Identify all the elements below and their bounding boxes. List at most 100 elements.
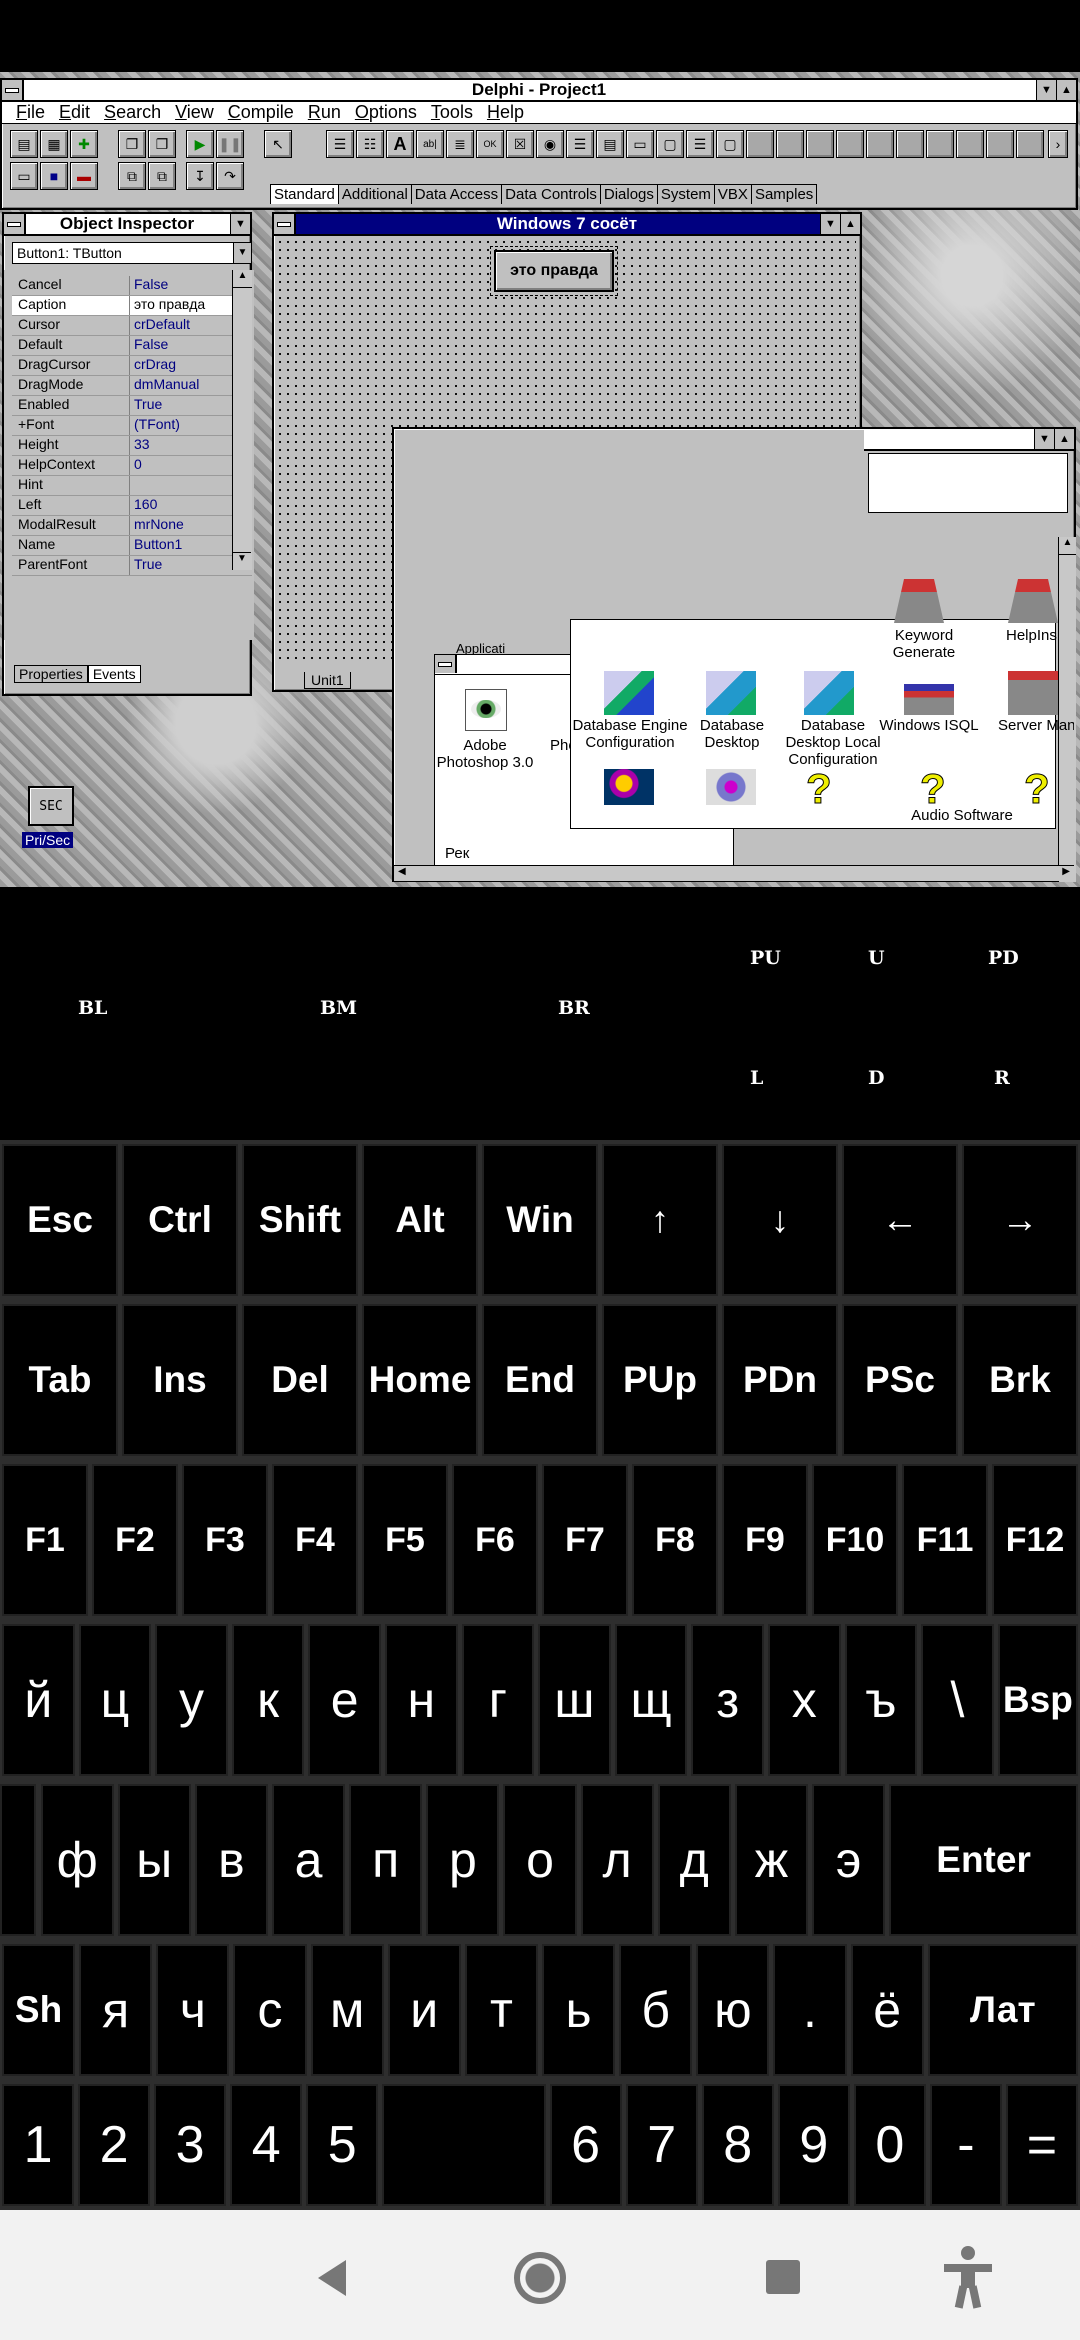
- windows-isql-icon[interactable]: [904, 671, 954, 715]
- key-у[interactable]: у: [155, 1624, 228, 1776]
- system-menu-icon[interactable]: [4, 214, 26, 234]
- home-icon[interactable]: [514, 2252, 566, 2304]
- accessibility-icon[interactable]: [944, 2246, 992, 2309]
- unknown-program-icon[interactable]: ?: [806, 765, 833, 813]
- database-desktop-icon[interactable]: [706, 671, 756, 715]
- minimize-icon[interactable]: ▼: [1034, 429, 1054, 449]
- memo-icon[interactable]: ≣: [446, 130, 474, 158]
- key-я[interactable]: я: [79, 1944, 153, 2076]
- key-ф[interactable]: ф: [40, 1784, 114, 1936]
- key-л[interactable]: л: [580, 1784, 654, 1936]
- key-f2[interactable]: F2: [92, 1464, 178, 1616]
- scroll-up-icon[interactable]: ▲: [233, 270, 252, 288]
- key-й[interactable]: й: [2, 1624, 75, 1776]
- sec-icon[interactable]: SEC: [28, 786, 74, 826]
- unknown-program-icon[interactable]: ?: [1024, 765, 1051, 813]
- key-а[interactable]: а: [272, 1784, 346, 1936]
- tab-properties[interactable]: Properties: [14, 665, 88, 683]
- key-ъ[interactable]: ъ: [844, 1624, 918, 1776]
- select-form-icon[interactable]: ❐: [148, 130, 176, 158]
- key-home[interactable]: Home: [362, 1304, 478, 1456]
- property-row[interactable]: Left 160: [12, 496, 252, 516]
- scroll-right-icon[interactable]: ▶: [1062, 866, 1070, 877]
- key-f4[interactable]: F4: [272, 1464, 358, 1616]
- property-row[interactable]: DragCursor crDrag: [12, 356, 252, 376]
- key-н[interactable]: н: [384, 1624, 458, 1776]
- maximize-icon[interactable]: ▲: [1054, 429, 1074, 449]
- menu-search[interactable]: Search: [104, 102, 161, 123]
- property-row[interactable]: Enabled True: [12, 396, 252, 416]
- open-folder-icon[interactable]: ▭: [10, 162, 38, 190]
- key-bsp[interactable]: Bsp: [997, 1624, 1078, 1776]
- key-end[interactable]: End: [482, 1304, 598, 1456]
- maximize-icon[interactable]: ▲: [1056, 80, 1076, 100]
- label-icon[interactable]: A: [386, 130, 414, 158]
- menu-compile[interactable]: Compile: [228, 102, 294, 123]
- property-row[interactable]: Name Button1: [12, 536, 252, 556]
- menu-options[interactable]: Options: [355, 102, 417, 123]
- menu-edit[interactable]: Edit: [59, 102, 90, 123]
- program-group-titlebar[interactable]: ▼ ▲: [864, 429, 1074, 451]
- key-0[interactable]: 0: [853, 2084, 926, 2206]
- down-arrow-key[interactable]: ↓: [722, 1144, 838, 1296]
- keyword-generate-icon[interactable]: [894, 579, 944, 623]
- right-arrow-key[interactable]: →: [962, 1144, 1078, 1296]
- up-arrow-key[interactable]: ↑: [602, 1144, 718, 1296]
- key-f7[interactable]: F7: [542, 1464, 628, 1616]
- property-scrollbar[interactable]: ▲ ▼: [232, 270, 252, 570]
- key-з[interactable]: з: [691, 1624, 764, 1776]
- scroll-down-icon[interactable]: ▼: [233, 552, 251, 570]
- radiobutton-icon[interactable]: ◉: [536, 130, 564, 158]
- equals-key[interactable]: =: [1005, 2084, 1078, 2206]
- tab-system[interactable]: System: [656, 184, 715, 204]
- key-9[interactable]: 9: [777, 2084, 850, 2206]
- key-tab[interactable]: Tab: [2, 1304, 118, 1456]
- system-menu-icon[interactable]: [435, 655, 457, 673]
- minimize-icon[interactable]: ▼: [820, 214, 840, 234]
- key-и[interactable]: и: [387, 1944, 461, 2076]
- database-desktop-local-config-icon[interactable]: [804, 671, 854, 715]
- helpins-icon[interactable]: [1008, 579, 1058, 623]
- tab-events[interactable]: Events: [87, 665, 141, 683]
- minimize-icon[interactable]: ▼: [230, 214, 250, 234]
- delphi-titlebar[interactable]: Delphi - Project1 ▼ ▲: [2, 80, 1076, 102]
- panel-icon[interactable]: ▢: [716, 130, 744, 158]
- key-f1[interactable]: F1: [2, 1464, 88, 1616]
- recents-icon[interactable]: [766, 2260, 800, 2294]
- server-manager-icon[interactable]: [1008, 671, 1058, 715]
- key-м[interactable]: м: [310, 1944, 384, 2076]
- key-с[interactable]: с: [233, 1944, 307, 2076]
- property-row[interactable]: Cursor crDefault: [12, 316, 252, 336]
- photoshop-eye-icon[interactable]: [465, 689, 507, 731]
- program-icon[interactable]: [604, 769, 654, 805]
- property-row[interactable]: ModalResult mrNone: [12, 516, 252, 536]
- property-row[interactable]: Default False: [12, 336, 252, 356]
- key-3[interactable]: 3: [154, 2084, 227, 2206]
- key-э[interactable]: э: [812, 1784, 886, 1936]
- key-7[interactable]: 7: [625, 2084, 698, 2206]
- dropdown-arrow-icon[interactable]: ▼: [233, 243, 251, 263]
- pu-label[interactable]: PU: [750, 947, 781, 969]
- key-esc[interactable]: Esc: [2, 1144, 118, 1296]
- back-icon[interactable]: [318, 2260, 346, 2296]
- property-row[interactable]: Hint: [12, 476, 252, 496]
- property-row[interactable]: DragMode dmManual: [12, 376, 252, 396]
- key-f5[interactable]: F5: [362, 1464, 448, 1616]
- key-enter[interactable]: Enter: [889, 1784, 1078, 1936]
- key-8[interactable]: 8: [701, 2084, 774, 2206]
- key-brk[interactable]: Brk: [962, 1304, 1078, 1456]
- toggle-form-icon[interactable]: ⧉: [118, 162, 146, 190]
- pointer-icon[interactable]: ↖: [264, 130, 292, 158]
- key-ё[interactable]: ё: [850, 1944, 924, 2076]
- add-file-icon[interactable]: ✚: [70, 130, 98, 158]
- scroll-up-icon[interactable]: ▲: [1059, 537, 1076, 555]
- property-row[interactable]: HelpContext 0: [12, 456, 252, 476]
- key-о[interactable]: о: [503, 1784, 577, 1936]
- key-5[interactable]: 5: [306, 2084, 379, 2206]
- pd-label[interactable]: PD: [988, 947, 1019, 969]
- key-в[interactable]: в: [194, 1784, 268, 1936]
- br-label[interactable]: BR: [558, 997, 590, 1019]
- r-label[interactable]: R: [994, 1067, 1010, 1089]
- property-row[interactable]: Cancel False: [12, 276, 252, 296]
- menu-tools[interactable]: Tools: [431, 102, 473, 123]
